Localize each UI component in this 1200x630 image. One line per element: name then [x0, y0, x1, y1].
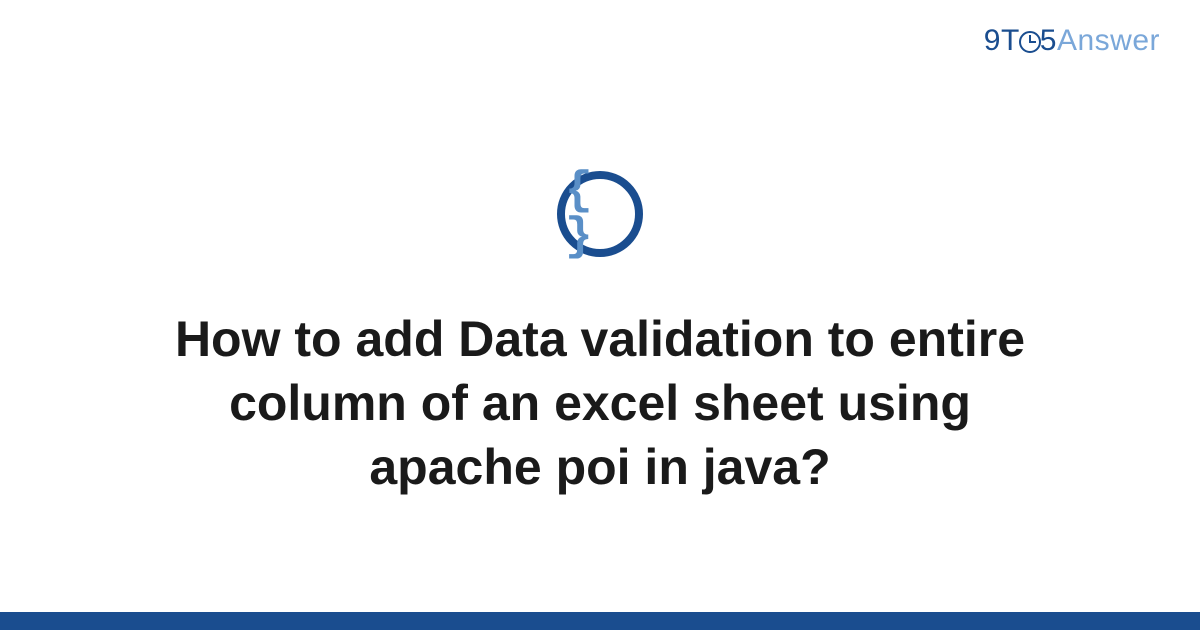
question-title: How to add Data validation to entire col… [120, 307, 1080, 499]
code-braces-icon: { } [565, 168, 635, 260]
code-icon-circle: { } [557, 171, 643, 257]
main-content: { } How to add Data validation to entire… [0, 0, 1200, 630]
footer-bar [0, 612, 1200, 630]
